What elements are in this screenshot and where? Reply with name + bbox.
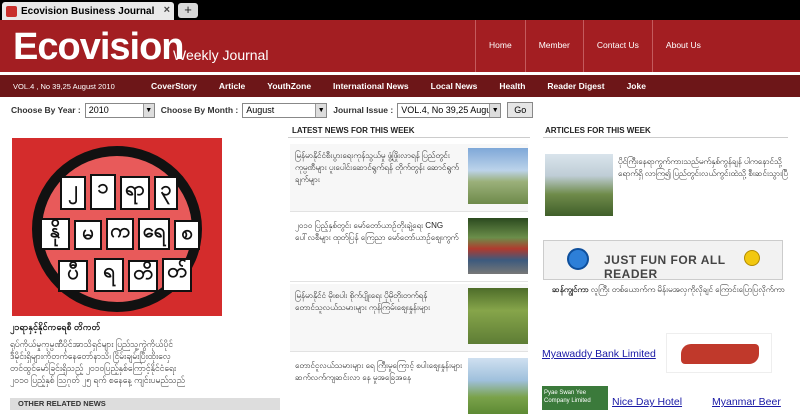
cover-story: ၂ ၁ ရာ ၃ နို မ က ရေ စ ပီ ရ တိ တ် ၂၁ရာနှင… [10, 138, 270, 386]
fun-banner[interactable]: JUST FUN FOR ALL READER [543, 240, 783, 281]
cover-glyph: တ် [162, 258, 192, 292]
cover-glyph: ရာ [120, 176, 150, 210]
link-nice-day-hotel[interactable]: Nice Day Hotel [612, 396, 682, 408]
news-text: ၂၀၁၀ ပြည့်နှစ်တွင်း မော်တော်ယာဉ်တိုးချဲ့… [295, 221, 459, 242]
go-button[interactable]: Go [507, 102, 534, 118]
news-item[interactable]: ၂၀၁၀ ပြည့်နှစ်တွင်း မော်တော်ယာဉ်တိုးချဲ့… [290, 214, 528, 282]
nav-international-news[interactable]: International News [322, 81, 420, 91]
year-select[interactable]: 2010 ▼ [84, 102, 155, 118]
cover-line: ရုပ်ကိုယ်မှုကုမ္ပဏီပိုင်အာသိရှင်များ ပြည… [10, 339, 173, 349]
cover-glyph: ရ [94, 258, 124, 292]
news-thumbnail [468, 288, 528, 344]
browser-tab[interactable]: Ecovision Business Journal × [2, 2, 174, 20]
cover-caption[interactable]: ၂၁ရာနှင့်နိုင်ကရေစီ တိကတ် [10, 322, 270, 335]
sponsor-pyae-swan-yee[interactable]: Pyae Swan Yee Company Limited [542, 386, 608, 410]
news-text: တောင်ငူလယ်သမားများ ရေ ကြီးမှုကြောင့် စပါ… [295, 361, 463, 382]
news-text: မြန်မာနိုင်ငံစီးပွားရေးကုန်သွယ်မှု ဖွံ့ဖ… [295, 151, 459, 184]
cover-summary: ရုပ်ကိုယ်မှုကုမ္ပဏီပိုင်အာသိရှင်များ ပြည… [10, 338, 270, 386]
joke-text: လူကြီး တစ်ယောက်က မိန်းမအလှကိုလိုချင် ကြေ… [590, 285, 785, 294]
joke-item[interactable]: ဆန်ကျွင်ကာ လူကြီး တစ်ယောက်က မိန်းမအလှကို… [552, 284, 788, 295]
articles-heading: ARTICLES FOR THIS WEEK [545, 126, 651, 135]
related-news-heading: OTHER RELATED NEWS [10, 398, 280, 410]
tab-title: Ecovision Business Journal [21, 5, 155, 17]
link-myawaddy-bank[interactable]: Myawaddy Bank Limited [542, 348, 656, 360]
nav-joke[interactable]: Joke [616, 81, 657, 91]
chevron-down-icon: ▼ [315, 103, 327, 117]
divider [288, 137, 530, 138]
cover-glyph: က [106, 218, 134, 250]
filter-bar: Choose By Year : 2010 ▼ Choose By Month … [0, 100, 800, 120]
article-feature-text[interactable]: ပိုင်ကြီးနေရာကွက်ကားသည်မက်နှစ်ကွန်ချန် ပ… [618, 156, 790, 180]
volume-label: VOL.4 , No 39,25 August 2010 [13, 81, 115, 91]
month-select[interactable]: August ▼ [242, 102, 328, 118]
new-tab-button[interactable]: + [178, 3, 198, 18]
nav-coverstory[interactable]: CoverStory [140, 81, 208, 91]
smiley-icon [567, 248, 589, 270]
cover-glyph: မ [74, 220, 102, 250]
cover-glyph: ၃ [154, 176, 178, 210]
nav-health[interactable]: Health [488, 81, 536, 91]
nav-home[interactable]: Home [475, 20, 525, 72]
divider [543, 137, 788, 138]
cover-glyph: ၁ [90, 174, 116, 210]
news-thumbnail [468, 358, 528, 414]
sponsor-logo[interactable] [666, 333, 772, 373]
latest-news-heading: LATEST NEWS FOR THIS WEEK [292, 126, 415, 135]
year-label: Choose By Year : [11, 105, 81, 115]
news-item[interactable]: မြန်မာနိုင်ငံ မိုးစပါး စိုက်ပျိုးရေး ပို… [290, 284, 528, 352]
news-thumbnail [468, 218, 528, 274]
nav-member[interactable]: Member [524, 20, 583, 72]
close-tab-icon[interactable]: × [164, 4, 170, 16]
logo-mark [681, 344, 759, 364]
chevron-down-icon: ▼ [142, 103, 154, 117]
chevron-down-icon: ▼ [489, 103, 501, 117]
nav-article[interactable]: Article [208, 81, 256, 91]
sponsor-name: Pyae Swan Yee Company Limited [544, 390, 591, 404]
nav-local-news[interactable]: Local News [420, 81, 489, 91]
cover-glyph: တိ [128, 260, 158, 292]
cover-line: ၂၀၁၀ ပြည့်နှစ် ဩဂုတ် ၂၅ ရက် စနေနေ့ ကျင်း… [10, 375, 185, 385]
browser-tab-bar: Ecovision Business Journal × + [0, 0, 800, 20]
smiley-icon [744, 250, 760, 266]
main-nav: VOL.4 , No 39,25 August 2010 CoverStory … [0, 75, 800, 97]
nav-reader-digest[interactable]: Reader Digest [536, 81, 615, 91]
cover-glyph: စ [174, 220, 200, 250]
site-tagline: Weekly Journal [173, 47, 269, 63]
year-value: 2010 [88, 104, 109, 115]
issue-select[interactable]: VOL.4, No 39,25 Augu ▼ [397, 102, 502, 118]
nav-contact-us[interactable]: Contact Us [582, 20, 652, 72]
news-item[interactable]: တောင်ငူလယ်သမားများ ရေ ကြီးမှုကြောင့် စပါ… [290, 354, 528, 414]
cover-glyph: ရေ [138, 218, 170, 250]
issue-label: Journal Issue : [333, 105, 394, 115]
link-myanmar-beer[interactable]: Myanmar Beer [712, 396, 781, 408]
issue-value: VOL.4, No 39,25 Augu [401, 104, 492, 115]
month-label: Choose By Month : [160, 105, 239, 115]
news-item[interactable]: မြန်မာနိုင်ငံစီးပွားရေးကုန်သွယ်မှု ဖွံ့ဖ… [290, 144, 528, 212]
cover-glyph: နို [40, 218, 70, 250]
cover-line: တင်ထွင်မော်ခြင်းရှိသည့် ၂၀၁၀ပြည့်နှစ်ကြေ… [10, 363, 177, 373]
news-thumbnail [468, 148, 528, 204]
favicon-icon [6, 5, 17, 17]
site-logo[interactable]: Ecovision [13, 26, 184, 69]
nav-about-us[interactable]: About Us [651, 20, 714, 72]
joke-title: ဆန်ကျွင်ကာ [552, 285, 589, 294]
month-value: August [246, 104, 275, 115]
cover-glyph: ပီ [58, 260, 88, 292]
news-text: မြန်မာနိုင်ငံ မိုးစပါး စိုက်ပျိုးရေး ပို… [295, 291, 431, 312]
top-nav: Home Member Contact Us About Us [475, 20, 714, 72]
cover-image[interactable]: ၂ ၁ ရာ ၃ နို မ က ရေ စ ပီ ရ တိ တ် [12, 138, 222, 316]
article-thumbnail[interactable] [545, 154, 613, 216]
nav-youthzone[interactable]: YouthZone [256, 81, 322, 91]
cover-line: ဒီမိုင်းရှိများကိုတက်နေတော်နာသိ၊ ငြိမ်းခ… [10, 351, 171, 361]
cover-glyph: ၂ [60, 176, 86, 210]
